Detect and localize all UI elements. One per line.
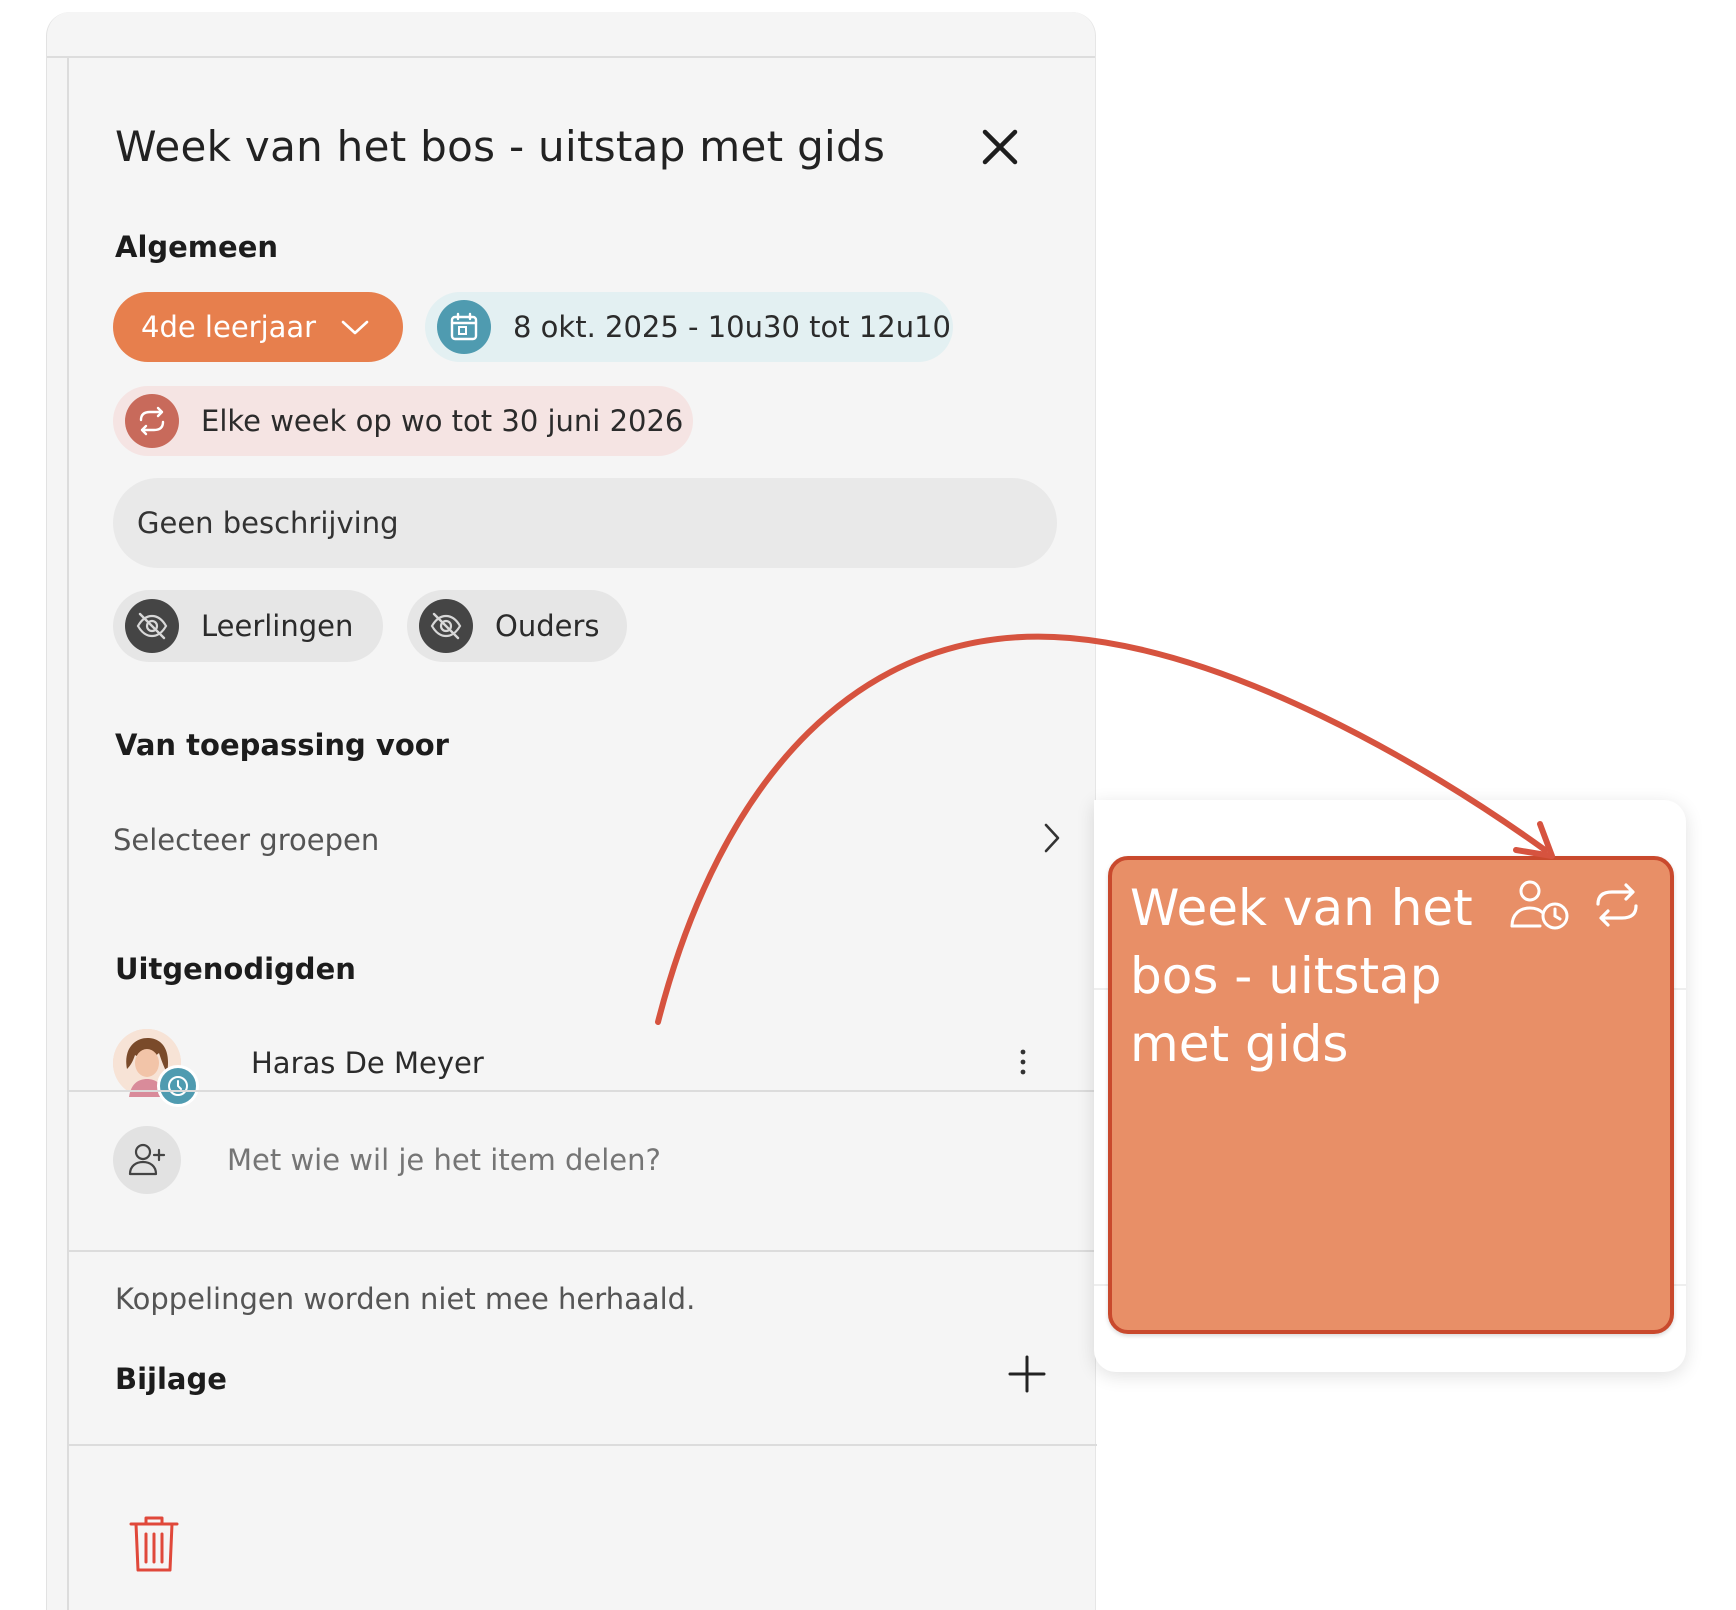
avatar bbox=[113, 1029, 199, 1107]
add-person-icon bbox=[113, 1126, 181, 1194]
date-label: 8 okt. 2025 - 10u30 tot 12u10 bbox=[513, 310, 952, 344]
select-groups-row[interactable]: Selecteer groepen bbox=[113, 812, 1073, 868]
event-title: Week van het bos - uitstap met gids bbox=[115, 122, 886, 171]
section-heading-applies-to: Van toepassing voor bbox=[115, 728, 449, 762]
visibility-label: Ouders bbox=[495, 609, 600, 643]
panel-header-bar bbox=[47, 12, 1095, 58]
close-icon[interactable] bbox=[975, 122, 1025, 172]
share-input[interactable] bbox=[227, 1143, 827, 1177]
eye-off-icon bbox=[125, 599, 179, 653]
year-label: 4de leerjaar bbox=[141, 310, 317, 344]
repeat-icon bbox=[1596, 883, 1638, 927]
share-row[interactable] bbox=[113, 1120, 1073, 1200]
event-card-title: Week van het bos - uitstap met gids bbox=[1130, 879, 1473, 1073]
visibility-parents-toggle[interactable]: Ouders bbox=[407, 590, 627, 662]
divider bbox=[69, 1444, 1097, 1446]
chevron-down-icon bbox=[341, 320, 369, 335]
visibility-students-toggle[interactable]: Leerlingen bbox=[113, 590, 383, 662]
repeat-note: Koppelingen worden niet mee herhaald. bbox=[115, 1282, 696, 1316]
plus-icon[interactable] bbox=[1005, 1352, 1049, 1396]
section-heading-attachment: Bijlage bbox=[115, 1362, 227, 1396]
eye-off-icon bbox=[419, 599, 473, 653]
date-chip[interactable]: 8 okt. 2025 - 10u30 tot 12u10 bbox=[425, 292, 953, 362]
visibility-label: Leerlingen bbox=[201, 609, 354, 643]
repeat-chip[interactable]: Elke week op wo tot 30 juni 2026 bbox=[113, 386, 693, 456]
select-groups-label: Selecteer groepen bbox=[113, 823, 380, 857]
clock-icon bbox=[157, 1065, 199, 1107]
repeat-icon bbox=[125, 394, 179, 448]
trash-icon[interactable] bbox=[127, 1512, 181, 1574]
divider bbox=[69, 1090, 1097, 1092]
invitee-name: Haras De Meyer bbox=[251, 1046, 484, 1080]
description-field[interactable]: Geen beschrijving bbox=[113, 478, 1057, 568]
calendar-event-card[interactable]: Week van het bos - uitstap met gids bbox=[1108, 856, 1674, 1334]
repeat-label: Elke week op wo tot 30 juni 2026 bbox=[201, 404, 684, 438]
person-clock-icon bbox=[1510, 880, 1569, 930]
chevron-right-icon bbox=[1044, 823, 1060, 853]
year-dropdown[interactable]: 4de leerjaar bbox=[113, 292, 403, 362]
divider bbox=[69, 1250, 1097, 1252]
calendar-icon bbox=[437, 300, 491, 354]
section-heading-invitees: Uitgenodigden bbox=[115, 952, 356, 986]
section-heading-general: Algemeen bbox=[115, 230, 279, 264]
panel-divider bbox=[67, 58, 69, 1610]
more-options-icon[interactable] bbox=[1013, 1042, 1033, 1082]
event-detail-panel: Week van het bos - uitstap met gids Alge… bbox=[46, 12, 1097, 1610]
